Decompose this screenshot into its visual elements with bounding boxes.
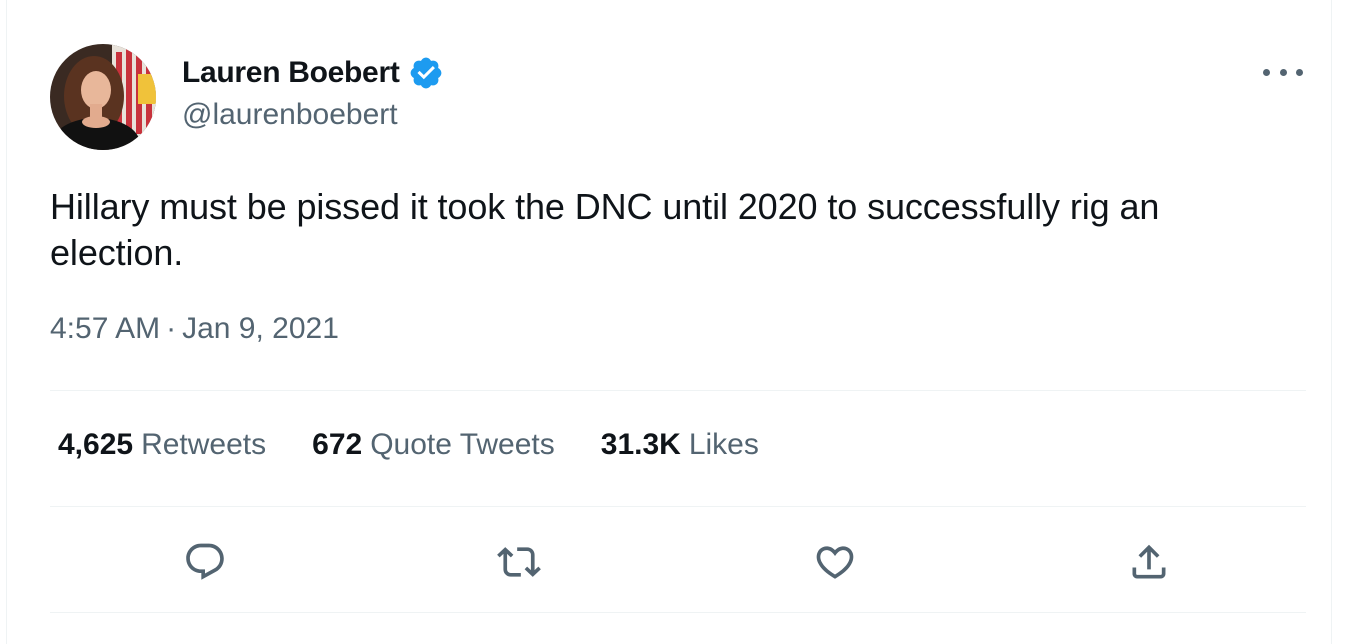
more-dot xyxy=(1263,68,1270,76)
author-handle[interactable]: @laurenboebert xyxy=(182,98,398,132)
retweet-button[interactable] xyxy=(497,540,541,584)
tweet-stats: 4,625 Retweets 672 Quote Tweets 31.3K Likes xyxy=(58,428,805,462)
share-button[interactable] xyxy=(1127,540,1171,584)
quote-tweets-label: Quote Tweets xyxy=(370,428,555,461)
avatar[interactable] xyxy=(50,44,156,150)
tweet-text: Hillary must be pissed it took the DNC u… xyxy=(50,186,1160,273)
avatar-image xyxy=(50,44,156,150)
author-name-row[interactable]: Lauren Boebert xyxy=(182,54,444,92)
tweet-timestamp[interactable]: 4:57 AM · Jan 9, 2021 xyxy=(50,312,339,346)
reply-icon xyxy=(186,543,224,580)
retweet-icon xyxy=(497,547,541,577)
retweets-label: Retweets xyxy=(141,428,267,461)
divider xyxy=(50,506,1306,507)
more-options-icon[interactable] xyxy=(1263,60,1303,84)
likes-stat[interactable]: 31.3K Likes xyxy=(601,428,759,462)
display-name[interactable]: Lauren Boebert xyxy=(182,56,400,90)
tweet-card: Lauren Boebert @laurenboebert Hillary mu… xyxy=(6,0,1332,644)
share-icon xyxy=(1132,544,1166,579)
timestamp-separator: · xyxy=(166,312,177,345)
like-icon xyxy=(816,546,854,579)
tweet-date[interactable]: Jan 9, 2021 xyxy=(182,312,339,345)
divider xyxy=(50,612,1306,613)
quote-tweets-stat[interactable]: 672 Quote Tweets xyxy=(312,428,555,462)
tweet-time[interactable]: 4:57 AM xyxy=(50,312,160,345)
more-dot xyxy=(1279,68,1287,76)
divider xyxy=(50,390,1306,391)
retweets-count: 4,625 xyxy=(58,428,134,461)
more-dot xyxy=(1296,68,1303,76)
reply-button[interactable] xyxy=(183,540,227,584)
verified-badge-icon xyxy=(410,57,441,89)
retweets-stat[interactable]: 4,625 Retweets xyxy=(58,428,266,462)
quote-tweets-count: 672 xyxy=(312,428,363,461)
like-button[interactable] xyxy=(813,540,857,584)
likes-label: Likes xyxy=(688,428,759,461)
likes-count: 31.3K xyxy=(600,428,681,461)
